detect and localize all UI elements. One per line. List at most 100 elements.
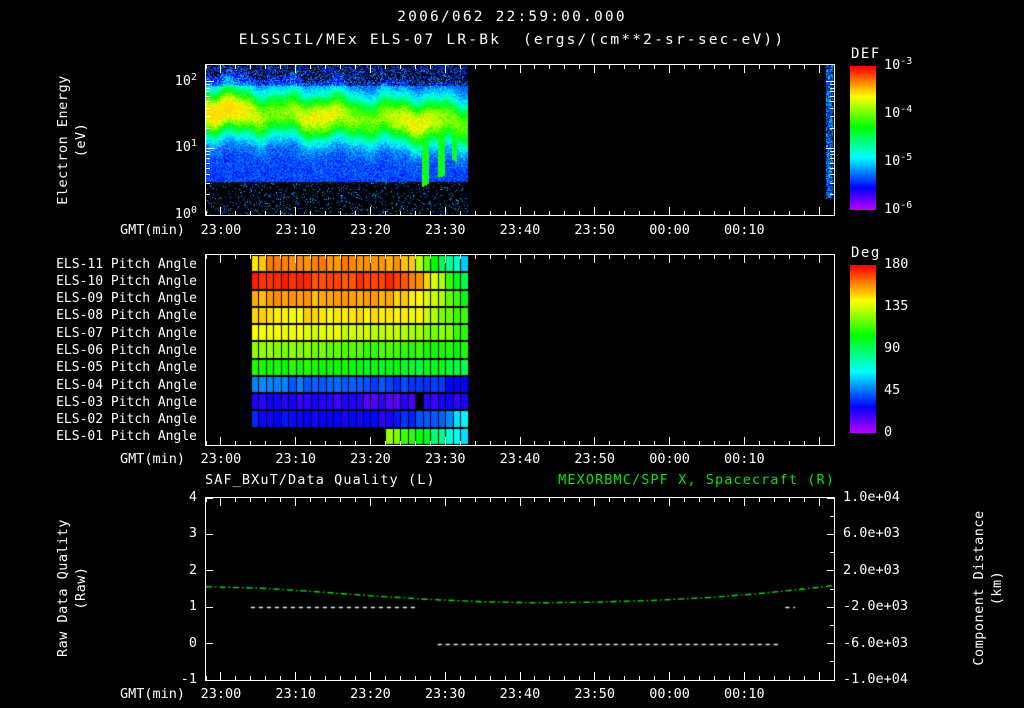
axis-tick — [728, 255, 730, 259]
axis-tick — [280, 211, 282, 215]
axis-tick — [669, 65, 671, 73]
axis-tick — [384, 65, 386, 69]
axis-tick — [624, 498, 626, 502]
axis-tick — [549, 255, 551, 259]
axis-tick — [609, 441, 611, 445]
x-tick-label: 23:50 — [574, 451, 616, 467]
axis-tick — [830, 116, 834, 118]
axis-tick — [206, 182, 210, 184]
pitch-row-label: ELS-05 Pitch Angle — [56, 360, 197, 376]
axis-tick — [206, 174, 210, 176]
pitch-row-label: ELS-03 Pitch Angle — [56, 394, 197, 410]
axis-tick — [325, 211, 327, 215]
axis-tick — [830, 158, 834, 160]
axis-tick — [235, 676, 237, 680]
axis-tick — [549, 65, 551, 69]
axis-tick — [773, 211, 775, 215]
axis-tick — [384, 441, 386, 445]
axis-tick — [830, 101, 834, 103]
axis-tick — [728, 676, 730, 680]
axis-tick — [827, 643, 834, 645]
axis-tick — [519, 255, 521, 263]
axis-tick — [549, 498, 551, 502]
axis-tick — [534, 441, 536, 445]
axis-tick — [325, 255, 327, 259]
axis-tick — [384, 498, 386, 502]
axis-tick — [579, 676, 581, 680]
axis-tick — [429, 255, 431, 259]
axis-tick — [830, 661, 834, 663]
axis-tick — [414, 498, 416, 502]
axis-tick — [206, 679, 213, 681]
axis-tick — [206, 84, 210, 86]
axis-tick — [206, 497, 213, 499]
axis-tick — [519, 437, 521, 445]
axis-tick — [235, 498, 237, 502]
axis-tick — [280, 676, 282, 680]
axis-tick — [459, 211, 461, 215]
axis-tick — [325, 676, 327, 680]
pitch-angle-plot — [205, 254, 835, 446]
axis-tick — [609, 65, 611, 69]
axis-tick — [206, 606, 213, 608]
axis-tick — [639, 676, 641, 680]
x-tick-label: 23:20 — [350, 222, 391, 238]
axis-tick — [220, 437, 222, 445]
axis-tick — [818, 672, 820, 680]
axis-tick — [713, 65, 715, 69]
axis-tick — [206, 154, 210, 156]
axis-tick — [429, 65, 431, 69]
axis-tick — [830, 154, 834, 156]
axis-tick — [444, 437, 446, 445]
instrument-label: ELSSCIL/MEx ELS-07 LR-Bk — [238, 32, 502, 48]
axis-tick — [788, 211, 790, 215]
pitch-row-label: ELS-08 Pitch Angle — [56, 308, 197, 324]
axis-tick — [504, 498, 506, 502]
axis-tick — [340, 441, 342, 445]
panel3-right-axis-title-line2: (km) — [989, 570, 1005, 606]
axis-tick — [713, 255, 715, 259]
axis-tick — [295, 437, 297, 445]
axis-tick — [206, 533, 213, 535]
x-tick-label: 23:00 — [200, 686, 242, 702]
p3-left-tick-label: 4 — [188, 489, 197, 505]
axis-tick — [594, 672, 596, 680]
axis-tick — [414, 65, 416, 69]
axis-tick — [369, 255, 371, 263]
deg-colorbar-tick-label: 135 — [884, 298, 909, 314]
x-tick-label: 00:10 — [723, 686, 765, 702]
def-colorbar-tick-label: 10-6 — [884, 200, 913, 217]
gmt-axis-label: GMT(min) — [119, 451, 185, 467]
axis-tick — [355, 65, 357, 69]
axis-tick — [369, 672, 371, 680]
axis-tick — [369, 498, 371, 506]
axis-tick — [265, 441, 267, 445]
axis-tick — [609, 255, 611, 259]
axis-tick — [325, 441, 327, 445]
axis-tick — [654, 441, 656, 445]
axis-tick — [698, 211, 700, 215]
axis-tick — [489, 441, 491, 445]
axis-tick — [788, 498, 790, 502]
axis-tick — [579, 255, 581, 259]
quality-distance-canvas — [206, 498, 834, 680]
axis-tick — [280, 255, 282, 259]
axis-tick — [250, 255, 252, 259]
axis-tick — [206, 87, 210, 89]
axis-tick — [713, 211, 715, 215]
axis-tick — [830, 107, 834, 109]
axis-tick — [310, 676, 312, 680]
axis-tick — [235, 441, 237, 445]
p1-ytick-label: 101 — [174, 138, 197, 156]
x-tick-label: 00:00 — [649, 222, 690, 238]
gmt-axis-label: GMT(min) — [119, 222, 185, 238]
axis-tick — [206, 147, 214, 149]
axis-tick — [830, 167, 834, 169]
axis-tick — [444, 207, 446, 215]
axis-tick — [773, 498, 775, 502]
axis-tick — [728, 441, 730, 445]
axis-tick — [788, 676, 790, 680]
axis-tick — [830, 174, 834, 176]
axis-tick — [758, 65, 760, 69]
axis-tick — [803, 676, 805, 680]
